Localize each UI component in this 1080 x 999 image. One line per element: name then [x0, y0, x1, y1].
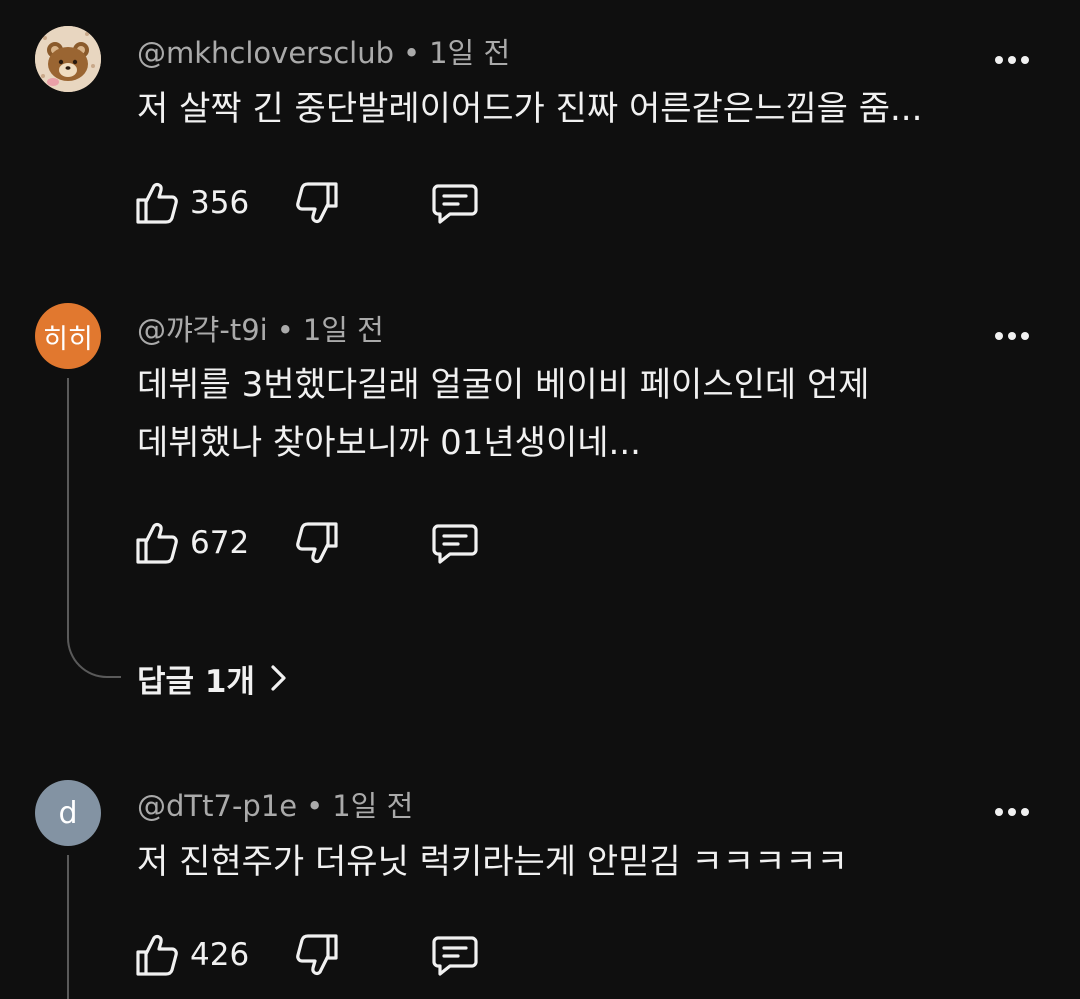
thread-line — [67, 855, 69, 999]
like-button[interactable]: 356 — [134, 178, 249, 228]
comment-username[interactable]: @dTt7-p1e — [137, 789, 297, 823]
like-button[interactable]: 426 — [134, 930, 249, 980]
reply-button[interactable] — [430, 178, 480, 228]
thread-connector — [67, 634, 121, 678]
more-dot — [1008, 332, 1016, 340]
more-dot — [1008, 808, 1016, 816]
comment-line: 데뷔했나 찾아보니까 01년생이네... — [137, 423, 641, 463]
comment-reply-icon — [432, 936, 478, 976]
comment-meta: @꺄갹-t9i • 1일 전 — [137, 307, 384, 349]
more-dot — [1021, 332, 1029, 340]
reply-button[interactable] — [430, 518, 480, 568]
comment-actions: 672 — [134, 518, 514, 568]
like-count: 356 — [190, 185, 250, 221]
thumbs-down-icon — [296, 182, 338, 223]
thumbs-down-icon — [296, 522, 338, 563]
comment-text: 저 진현주가 더유닛 럭키라는게 안믿김 ㅋㅋㅋㅋㅋ — [137, 833, 848, 891]
more-options-button[interactable] — [992, 326, 1032, 346]
dislike-button[interactable] — [294, 518, 340, 568]
comment-actions: 426 — [134, 930, 514, 980]
like-count: 426 — [190, 937, 250, 973]
like-button[interactable]: 672 — [134, 518, 249, 568]
thread-line — [67, 378, 69, 636]
comment-meta: @mkhcloversclub • 1일 전 — [137, 30, 510, 72]
comment-reply-icon — [432, 524, 478, 564]
meta-separator: • — [276, 313, 294, 347]
more-dot — [995, 332, 1003, 340]
rilakkuma-avatar-icon — [35, 26, 101, 92]
comment-reply-icon — [432, 184, 478, 224]
like-count: 672 — [190, 525, 250, 561]
more-dot — [995, 56, 1003, 64]
avatar-initials: 히히 — [43, 323, 93, 355]
dislike-button[interactable] — [294, 930, 340, 980]
comment-time: 1일 전 — [302, 313, 384, 347]
thumbs-up-icon — [136, 523, 178, 564]
comment-meta: @dTt7-p1e • 1일 전 — [137, 783, 413, 825]
view-replies-button[interactable]: 답글 1개 — [137, 654, 289, 702]
comment-time: 1일 전 — [332, 789, 414, 823]
more-dot — [1008, 56, 1016, 64]
comment-line: 저 살짝 긴 중단발레이어드가 진짜 어른같은느낌을 줌... — [137, 89, 923, 129]
comment-actions: 356 — [134, 178, 514, 228]
comment-time: 1일 전 — [429, 36, 511, 70]
thumbs-up-icon — [136, 183, 178, 224]
chevron-right-icon — [271, 665, 286, 691]
replies-label: 답글 1개 — [137, 663, 255, 700]
more-dot — [1021, 808, 1029, 816]
comment-text: 저 살짝 긴 중단발레이어드가 진짜 어른같은느낌을 줌... — [137, 80, 922, 138]
avatar-initials: d — [58, 795, 78, 831]
avatar[interactable]: d — [35, 780, 101, 846]
comment-text: 데뷔를 3번했다길래 얼굴이 베이비 페이스인데 언제 데뷔했나 찾아보니까 0… — [137, 356, 870, 472]
more-options-button[interactable] — [992, 802, 1032, 822]
more-dot — [1021, 56, 1029, 64]
meta-separator: • — [403, 36, 421, 70]
comment-line: 데뷔를 3번했다길래 얼굴이 베이비 페이스인데 언제 — [137, 365, 870, 405]
reply-button[interactable] — [430, 930, 480, 980]
dislike-button[interactable] — [294, 178, 340, 228]
thumbs-down-icon — [296, 934, 338, 975]
thumbs-up-icon — [136, 935, 178, 976]
comment-line: 저 진현주가 더유닛 럭키라는게 안믿김 ㅋㅋㅋㅋㅋ — [137, 842, 848, 882]
more-dot — [995, 808, 1003, 816]
avatar[interactable] — [35, 26, 101, 92]
comment-username[interactable]: @mkhcloversclub — [137, 36, 394, 70]
meta-separator: • — [306, 789, 324, 823]
comment-username[interactable]: @꺄갹-t9i — [137, 313, 268, 347]
avatar[interactable]: 히히 — [35, 303, 101, 369]
more-options-button[interactable] — [992, 50, 1032, 70]
